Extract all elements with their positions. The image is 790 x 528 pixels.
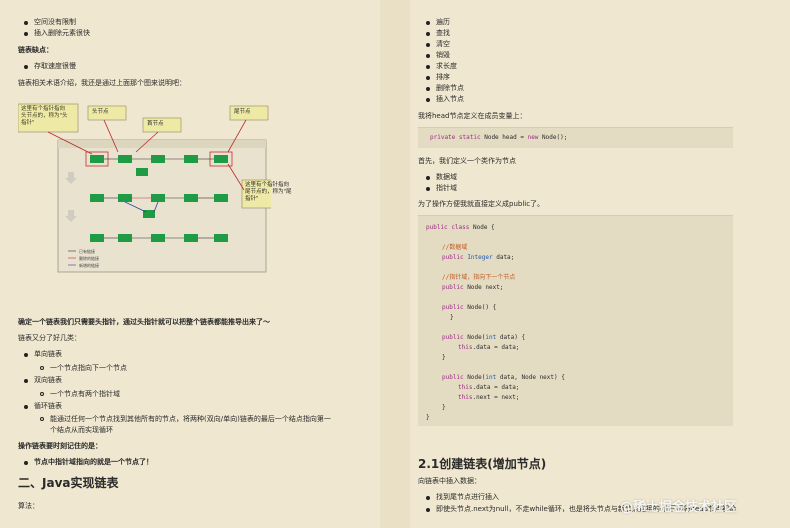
callout-first-node: 首节点 (147, 121, 164, 127)
code-line: this.data = data; (458, 344, 520, 351)
callout-head-node: 头节点 (92, 109, 109, 115)
code-line: private static Node head = new Node(); (430, 134, 568, 141)
code-block-head: private static Node head = new Node(); (418, 127, 733, 148)
code-line: public Node next; (442, 284, 504, 291)
list-item: 清空 (426, 40, 450, 48)
code-line: } (426, 414, 430, 421)
code-line: this.next = next; (458, 394, 520, 401)
node-intro: 首先，我们定义一个类作为节点 (418, 157, 516, 165)
list-item: 求长度 (426, 62, 457, 70)
list-item: 插入删除元素很快 (24, 29, 90, 37)
code-line: public Node() { (442, 304, 497, 311)
list-item: 存取速度很慢 (24, 62, 76, 70)
disadvantage-title: 链表缺点： (18, 46, 53, 54)
callout-tail-pointer: 这里有个指针指向 尾节点的，称为"尾 指针" (245, 182, 292, 202)
remember-bullet: 节点中指针域指向的就是一个节点了！ (24, 458, 153, 466)
list-item: 删除节点 (426, 84, 464, 92)
insert-intro: 向链表中插入数据： (418, 477, 481, 485)
code-comment: //指针域，指向下一个节点 (442, 274, 516, 281)
callout-tail-node: 尾节点 (234, 109, 251, 115)
list-item: 指针域 (426, 184, 457, 192)
code-line: public Integer data; (442, 254, 515, 261)
code-block-node: public class Node { //数据域 public Integer… (418, 215, 733, 426)
code-line: } (442, 354, 446, 361)
right-column: 遍历 查找 清空 销毁 求长度 排序 删除节点 插入节点 我将head节点定义在… (410, 0, 790, 528)
list-item: 插入节点 (426, 95, 464, 103)
list-item: 查找 (426, 29, 450, 37)
code-line: public Node(int data, Node next) { (442, 374, 565, 381)
list-item: 遍历 (426, 18, 450, 26)
list-subitem: 能通过任何一个节点找到其他所有的节点，将两种(双向/单向)链表的最后一个结点指向… (40, 415, 331, 423)
head-text: 我将head节点定义在成员变量上： (418, 112, 527, 120)
callout-head-pointer: 这里有个指针指向 头节点的，称为"头 指针" (21, 106, 68, 126)
linked-list-figure: 这里有个指针指向 头节点的，称为"头 指针" 头节点 首节点 尾节点 这里有个指… (17, 102, 301, 276)
list-item: 单向链表 (24, 350, 62, 358)
list-item: 排序 (426, 73, 450, 81)
list-item: 销毁 (426, 51, 450, 59)
section-title: 二、Java实现链表 (18, 476, 119, 490)
list-item: 循环链表 (24, 402, 62, 410)
intro-text: 链表相关术语介绍，我还是通过上面那个图来说明吧： (18, 79, 186, 87)
code-line: public Node(int data) { (442, 334, 526, 341)
list-item: 数据域 (426, 173, 457, 181)
left-column: 空间没有限制 插入删除元素很快 链表缺点： 存取速度很慢 链表相关术语介绍，我还… (0, 0, 380, 528)
linked-list-diagram (17, 103, 301, 273)
code-line: } (450, 314, 454, 321)
section-heading: 2.1创建链表(增加节点) (418, 457, 547, 471)
list-subitem: 一个节点有两个指针域 (40, 390, 120, 398)
summary-text: 确定一个链表我们只需要头指针，通过头指针就可以把整个链表都能推导出来了～ (18, 318, 270, 326)
page: 空间没有限制 插入删除元素很快 链表缺点： 存取速度很慢 链表相关术语介绍，我还… (0, 0, 790, 528)
figure-legend: 已有链接 删除的链接 新增的链接 (79, 249, 99, 268)
list-subitem-cont: 个结点从而实现循环 (50, 426, 113, 434)
watermark: @稀土掘金技术社区 (620, 500, 738, 515)
remember-title: 操作链表要时刻记住的是： (18, 442, 102, 450)
list-item: 双向链表 (24, 376, 62, 384)
code-line: this.data = data; (458, 384, 520, 391)
code-line: public class Node { (426, 224, 495, 231)
code-comment: //数据域 (442, 244, 468, 251)
list-item: 找到尾节点进行插入 (426, 493, 499, 501)
list-item: 空间没有限制 (24, 18, 76, 26)
types-intro: 链表又分了好几类： (18, 334, 81, 342)
list-subitem: 一个节点指向下一个节点 (40, 364, 127, 372)
public-note: 为了操作方便我就直接定义成public了。 (418, 200, 545, 208)
algo-label: 算法： (18, 502, 39, 510)
code-line: } (442, 404, 446, 411)
